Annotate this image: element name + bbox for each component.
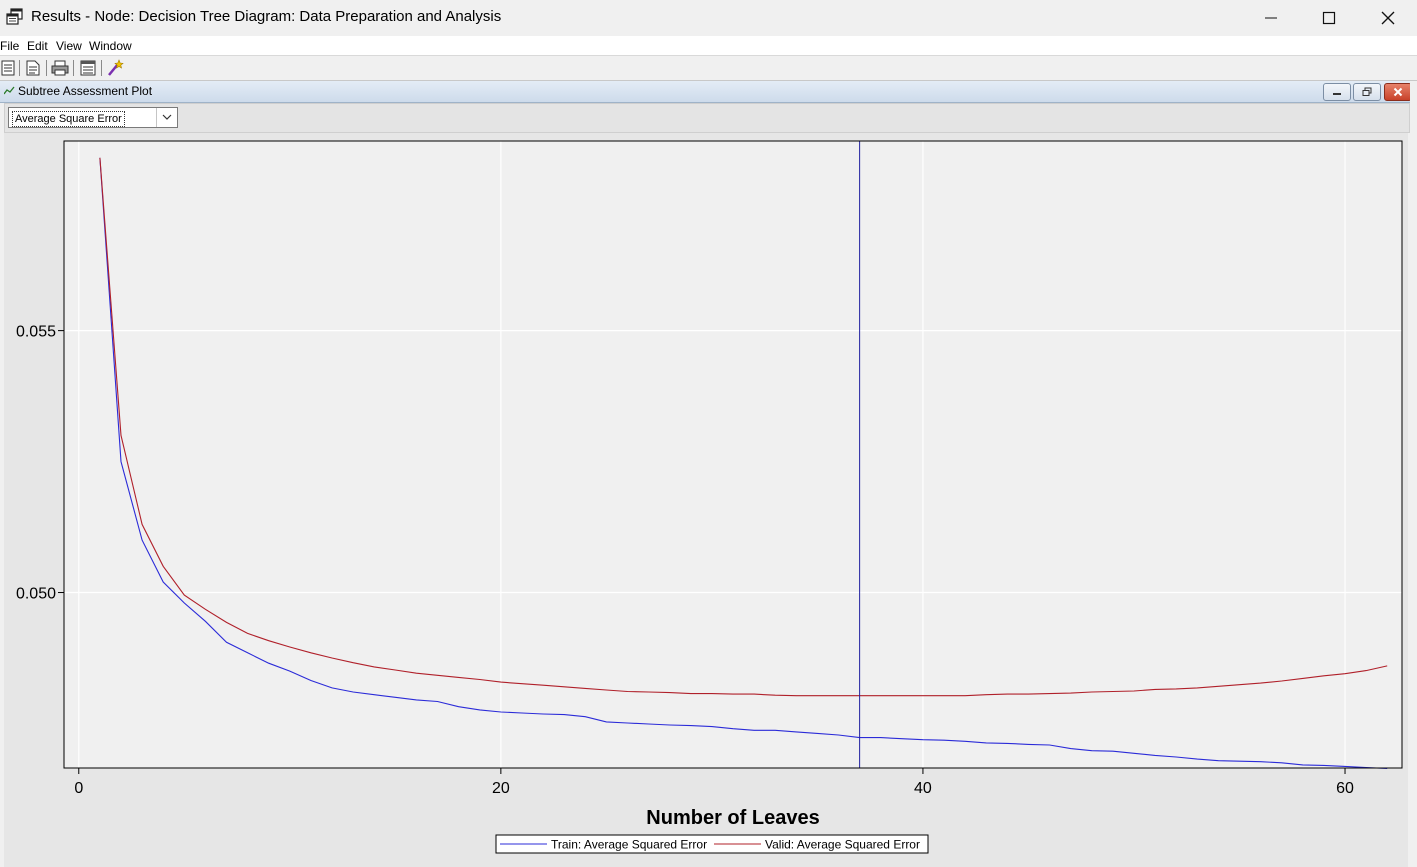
print-icon[interactable] bbox=[51, 59, 69, 77]
close-button[interactable] bbox=[1359, 0, 1417, 36]
dropdown-arrow[interactable] bbox=[156, 108, 177, 127]
restore-icon bbox=[1362, 87, 1372, 96]
wizard-icon[interactable] bbox=[106, 59, 124, 77]
menu-file[interactable]: File bbox=[0, 39, 19, 53]
window-title: Results - Node: Decision Tree Diagram: D… bbox=[31, 8, 502, 25]
toolbar bbox=[0, 56, 1417, 81]
x-axis-label: Number of Leaves bbox=[646, 807, 819, 829]
maximize-icon bbox=[1322, 11, 1336, 25]
inner-minimize-button[interactable] bbox=[1323, 83, 1351, 101]
toolbar-separator bbox=[101, 60, 102, 76]
assessment-chart: 0 20 40 60 0.050 0.055 Number of Leaves Train: … bbox=[16, 140, 1403, 854]
minimize-icon bbox=[1265, 17, 1277, 19]
x-tick-label: 20 bbox=[492, 780, 510, 797]
legend-valid-label: Valid: Average Squared Error bbox=[765, 838, 920, 852]
inner-close-button[interactable] bbox=[1384, 83, 1412, 101]
statistic-dropdown[interactable]: Average Square Error bbox=[8, 107, 178, 128]
maximize-button[interactable] bbox=[1300, 0, 1358, 36]
table-icon[interactable] bbox=[79, 59, 97, 77]
toolbar-separator bbox=[19, 60, 20, 76]
toolbar-separator bbox=[46, 60, 47, 76]
menu-view[interactable]: View bbox=[56, 39, 82, 53]
subtree-assessment-plot: 0 20 40 60 0.050 0.055 Number of Leaves Train: … bbox=[4, 133, 1408, 867]
results-window-icon bbox=[6, 8, 23, 25]
minimize-button[interactable] bbox=[1242, 0, 1300, 36]
document-icon[interactable] bbox=[0, 59, 18, 77]
menu-edit[interactable]: Edit bbox=[27, 39, 48, 53]
plot-control-strip: Average Square Error bbox=[4, 103, 1410, 133]
x-tick-label: 40 bbox=[914, 780, 932, 797]
close-icon bbox=[1393, 87, 1403, 97]
menu-window[interactable]: Window bbox=[89, 39, 132, 53]
plot-icon bbox=[4, 86, 15, 95]
x-tick-label: 60 bbox=[1336, 780, 1354, 797]
subtree-assessment-window-titlebar: Subtree Assessment Plot bbox=[0, 81, 1417, 103]
inner-restore-button[interactable] bbox=[1353, 83, 1381, 101]
toolbar-separator bbox=[73, 60, 74, 76]
report-icon[interactable] bbox=[24, 59, 42, 77]
plot-background bbox=[64, 141, 1402, 768]
window-edge bbox=[1410, 81, 1417, 867]
chevron-down-icon bbox=[162, 114, 172, 120]
y-tick-label: 0.055 bbox=[16, 324, 56, 341]
menu-bar: File Edit View Window bbox=[0, 36, 1417, 56]
title-bar: Results - Node: Decision Tree Diagram: D… bbox=[0, 0, 1417, 36]
inner-window-title: Subtree Assessment Plot bbox=[18, 84, 153, 98]
minimize-icon bbox=[1333, 93, 1341, 95]
legend-train-label: Train: Average Squared Error bbox=[551, 838, 707, 852]
x-tick-label: 0 bbox=[74, 780, 83, 797]
close-icon bbox=[1381, 11, 1395, 25]
statistic-dropdown-value: Average Square Error bbox=[12, 111, 125, 127]
y-tick-label: 0.050 bbox=[16, 586, 56, 603]
